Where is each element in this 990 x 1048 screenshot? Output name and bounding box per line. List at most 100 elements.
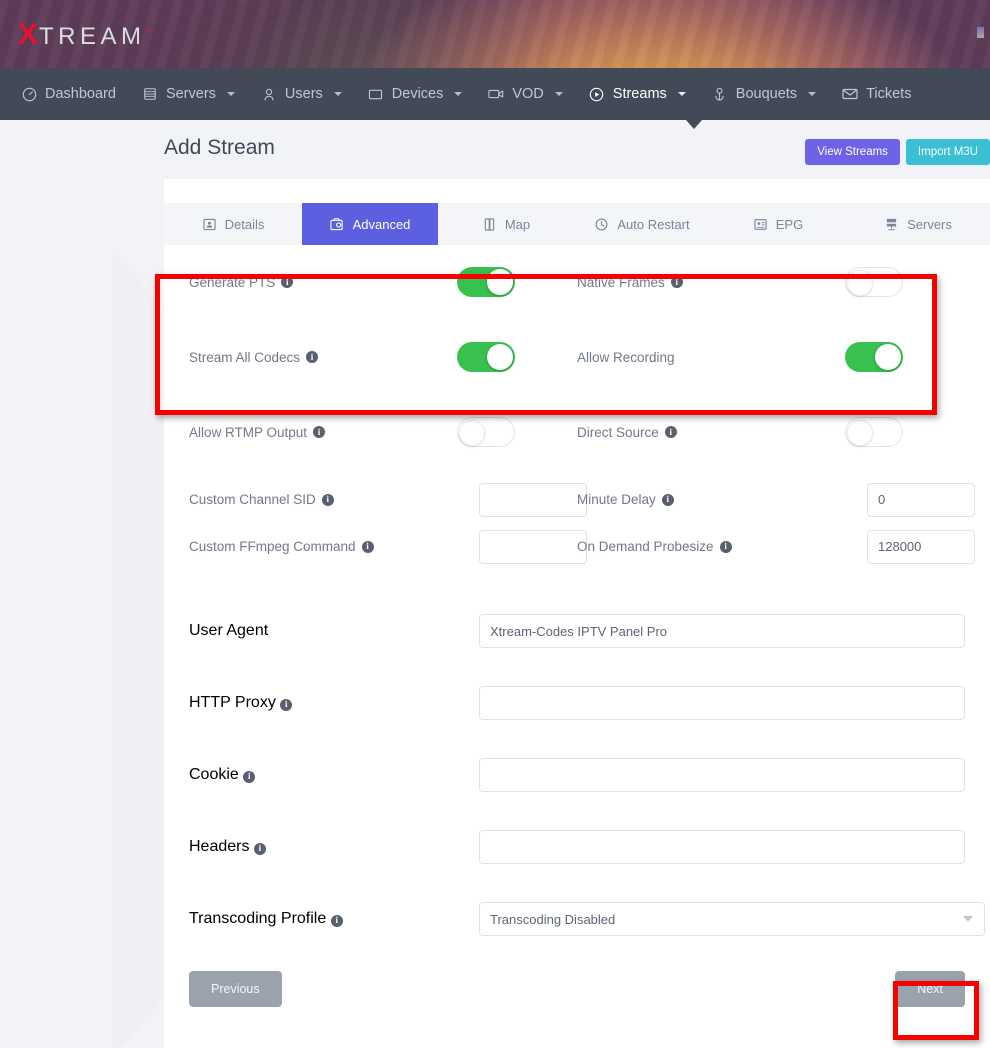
- info-icon[interactable]: i: [281, 276, 293, 288]
- info-icon[interactable]: i: [720, 541, 732, 553]
- info-icon[interactable]: i: [662, 494, 674, 506]
- nav-label-users: Users: [285, 86, 323, 102]
- import-m3u-button[interactable]: Import M3U: [906, 139, 990, 165]
- tab-label-map: Map: [505, 217, 530, 232]
- chevron-down-icon: [454, 92, 462, 96]
- nav-item-servers[interactable]: Servers: [129, 68, 248, 120]
- label-text: Transcoding Profile: [189, 910, 326, 927]
- toggle-native-frames[interactable]: [845, 267, 903, 297]
- info-icon[interactable]: i: [306, 351, 318, 363]
- nav-item-dashboard[interactable]: Dashboard: [8, 68, 129, 120]
- view-streams-button[interactable]: View Streams: [805, 139, 900, 165]
- label-text: Headers: [189, 838, 249, 855]
- input-cookie[interactable]: [479, 758, 965, 792]
- page-background: Add Stream View Streams Import M3U Detai…: [0, 120, 990, 1048]
- chevron-down-icon: [334, 92, 342, 96]
- info-icon[interactable]: i: [243, 771, 255, 783]
- input-http-proxy[interactable]: [479, 686, 965, 720]
- nav-item-bouquets[interactable]: Bouquets: [699, 68, 829, 120]
- select-transcoding-profile[interactable]: Transcoding Disabled: [479, 902, 985, 936]
- form-row-custom-channel-sid: Custom Channel SID i Minute Delay i: [164, 476, 990, 523]
- input-minute-delay[interactable]: [867, 483, 975, 517]
- toggle-knob: [847, 270, 873, 296]
- info-icon[interactable]: i: [280, 699, 292, 711]
- toggle-generate-pts[interactable]: [457, 267, 515, 297]
- toggle-allow-rtmp-output[interactable]: [457, 417, 515, 447]
- toggle-allow-recording[interactable]: [845, 342, 903, 372]
- field-custom-ffmpeg-command: Custom FFmpeg Command i: [189, 530, 577, 564]
- banner-edge-element: [977, 27, 984, 38]
- nav-label-tickets: Tickets: [866, 86, 911, 102]
- form-row-custom-ffmpeg-command: Custom FFmpeg Command i On Demand Probes…: [164, 523, 990, 570]
- field-direct-source: Direct Source i: [577, 417, 965, 447]
- map-icon: [482, 217, 497, 232]
- page-title: Add Stream: [164, 136, 275, 160]
- label-custom-channel-sid: Custom Channel SID i: [189, 492, 479, 507]
- tab-label-details: Details: [225, 217, 265, 232]
- epg-icon: [753, 217, 768, 232]
- tab-map[interactable]: Map: [438, 203, 574, 245]
- label-cookie: Cookie i: [189, 766, 479, 784]
- input-user-agent[interactable]: [479, 614, 965, 648]
- label-stream-all-codecs: Stream All Codecs i: [189, 350, 457, 365]
- device-icon: [368, 86, 384, 102]
- stream-form-card: Details Advanced Map Auto Restart: [164, 179, 990, 1048]
- input-headers[interactable]: [479, 830, 965, 864]
- nav-item-streams[interactable]: Streams: [576, 68, 699, 120]
- tab-servers[interactable]: Servers: [846, 203, 990, 245]
- label-text: Direct Source: [577, 425, 659, 440]
- page-actions: View Streams Import M3U: [805, 139, 990, 165]
- clock-icon: [594, 217, 609, 232]
- next-button[interactable]: Next: [895, 971, 965, 1007]
- info-icon[interactable]: i: [362, 541, 374, 553]
- nav-item-vod[interactable]: VOD: [475, 68, 575, 120]
- nav-label-streams: Streams: [613, 86, 667, 102]
- toggle-direct-source[interactable]: [845, 417, 903, 447]
- label-text: Allow RTMP Output: [189, 425, 307, 440]
- label-text: User Agent: [189, 622, 268, 639]
- chevron-down-icon: [227, 92, 235, 96]
- nav-item-tickets[interactable]: Tickets: [829, 68, 924, 120]
- label-text: Custom Channel SID: [189, 492, 316, 507]
- field-custom-channel-sid: Custom Channel SID i: [189, 483, 577, 517]
- info-icon[interactable]: i: [665, 426, 677, 438]
- video-icon: [488, 86, 504, 102]
- server-icon: [142, 86, 158, 102]
- toggle-knob: [487, 269, 513, 295]
- tab-advanced[interactable]: Advanced: [302, 203, 438, 245]
- toggle-knob: [459, 420, 485, 446]
- info-icon[interactable]: i: [331, 915, 343, 927]
- info-icon[interactable]: i: [254, 843, 266, 855]
- field-allow-recording: Allow Recording: [577, 342, 965, 372]
- form-row-http-proxy: HTTP Proxy i: [164, 667, 990, 739]
- form-row-generate-pts: Generate PTS i Native Frames i: [164, 257, 990, 307]
- nav-item-devices[interactable]: Devices: [355, 68, 476, 120]
- input-custom-channel-sid[interactable]: [479, 483, 587, 517]
- nav-label-bouquets: Bouquets: [736, 86, 797, 102]
- label-native-frames: Native Frames i: [577, 275, 845, 290]
- label-text: Allow Recording: [577, 350, 675, 365]
- label-text: Stream All Codecs: [189, 350, 300, 365]
- field-native-frames: Native Frames i: [577, 267, 965, 297]
- tab-label-servers: Servers: [907, 217, 952, 232]
- info-icon[interactable]: i: [671, 276, 683, 288]
- label-headers: Headers i: [189, 838, 479, 856]
- tab-label-auto-restart: Auto Restart: [617, 217, 689, 232]
- label-text: On Demand Probesize: [577, 539, 714, 554]
- tab-auto-restart[interactable]: Auto Restart: [574, 203, 710, 245]
- label-text: Generate PTS: [189, 275, 275, 290]
- toggle-stream-all-codecs[interactable]: [457, 342, 515, 372]
- input-on-demand-probesize[interactable]: [867, 530, 975, 564]
- info-icon[interactable]: i: [313, 426, 325, 438]
- info-icon[interactable]: i: [322, 494, 334, 506]
- previous-button[interactable]: Previous: [189, 971, 282, 1007]
- label-text: Minute Delay: [577, 492, 656, 507]
- nav-item-users[interactable]: Users: [248, 68, 355, 120]
- tab-label-epg: EPG: [776, 217, 803, 232]
- xtream-logo[interactable]: X TREAM ®: [18, 20, 151, 50]
- input-custom-ffmpeg-command[interactable]: [479, 530, 587, 564]
- tab-epg[interactable]: EPG: [710, 203, 846, 245]
- toggle-knob: [847, 420, 873, 446]
- chevron-down-icon: [678, 92, 686, 96]
- tab-details[interactable]: Details: [164, 203, 302, 245]
